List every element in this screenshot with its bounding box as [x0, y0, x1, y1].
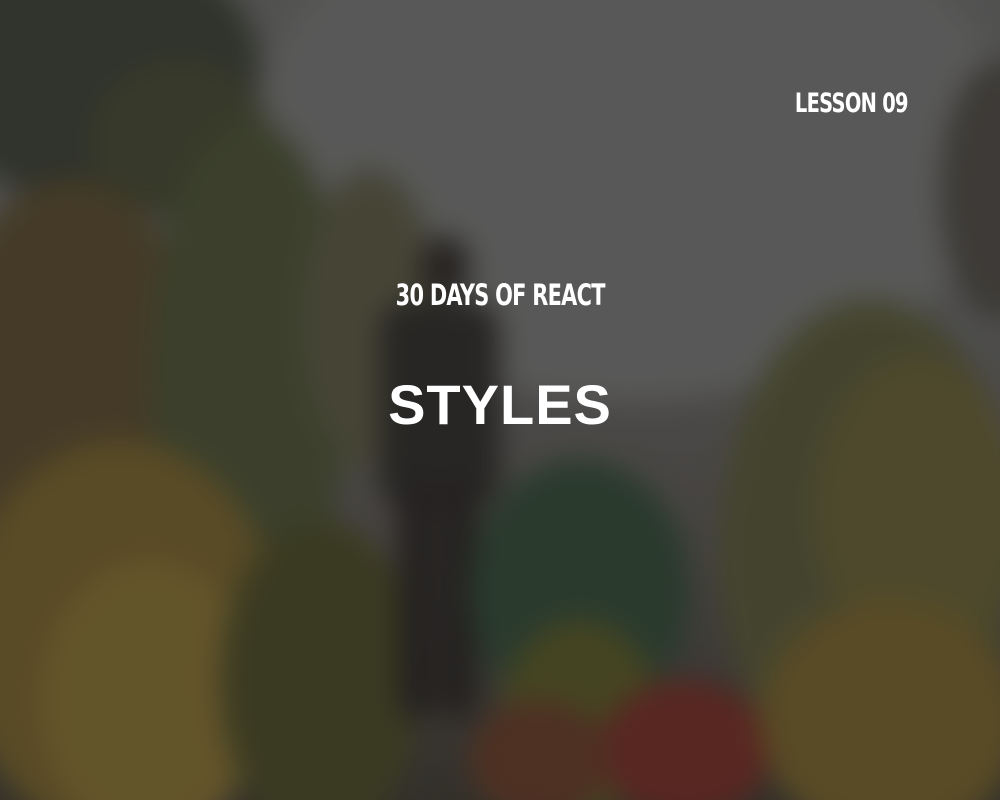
lesson-title: STYLES: [388, 373, 612, 436]
slide-cover: LESSON 09 30 DAYS OF REACT STYLES: [0, 0, 1000, 800]
lesson-number-label: LESSON 09: [795, 88, 909, 119]
series-title-text: 30 DAYS OF REACT: [395, 278, 605, 312]
series-title: 30 DAYS OF REACT: [0, 278, 1000, 312]
